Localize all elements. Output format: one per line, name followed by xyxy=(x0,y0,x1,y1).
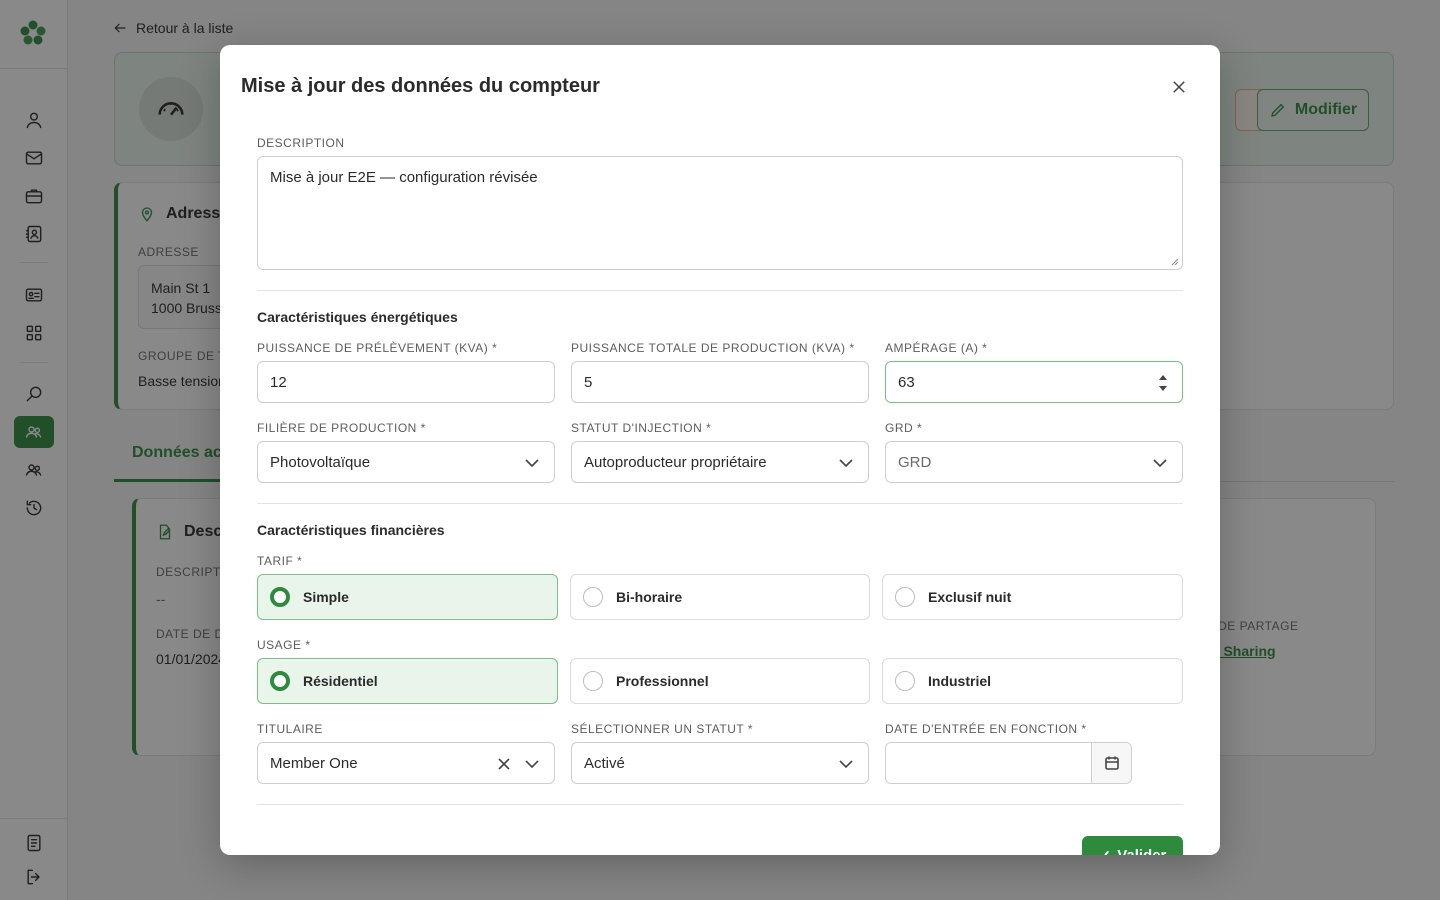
production-type-value: Photovoltaïque xyxy=(270,453,371,471)
chevron-down-icon xyxy=(838,455,854,471)
withdrawal-power-value: 12 xyxy=(270,373,287,391)
tariff-option-label: Exclusif nuit xyxy=(928,589,1012,605)
calendar-button[interactable] xyxy=(1091,743,1131,783)
resize-handle-icon[interactable] xyxy=(1171,258,1179,266)
update-meter-modal: Mise à jour des données du compteur DESC… xyxy=(220,45,1220,855)
usage-option-label: Résidentiel xyxy=(303,673,378,689)
radio-selected-icon xyxy=(270,671,290,691)
modal-title: Mise à jour des données du compteur xyxy=(241,75,600,97)
usage-option-label: Professionnel xyxy=(616,673,709,689)
usage-option-professional[interactable]: Professionnel xyxy=(570,658,870,704)
withdrawal-power-input[interactable]: 12 xyxy=(257,361,555,403)
grd-value: GRD xyxy=(898,453,932,471)
status-select[interactable]: Activé xyxy=(571,742,869,784)
description-text: Mise à jour E2E — configuration révisée xyxy=(270,169,538,186)
number-stepper-icon[interactable] xyxy=(1158,371,1168,395)
amperage-label: AMPÉRAGE (A) * xyxy=(885,341,988,355)
status-value: Activé xyxy=(584,754,625,772)
radio-icon xyxy=(895,671,915,691)
close-button[interactable] xyxy=(1167,75,1191,99)
usage-option-residential[interactable]: Résidentiel xyxy=(257,658,558,704)
financial-section-title: Caractéristiques financières xyxy=(257,522,445,538)
chevron-down-icon xyxy=(524,756,540,772)
tariff-option-label: Bi-horaire xyxy=(616,589,683,605)
chevron-down-icon xyxy=(838,756,854,772)
status-label: SÉLECTIONNER UN STATUT * xyxy=(571,722,754,736)
injection-status-label: STATUT D'INJECTION * xyxy=(571,421,712,435)
calendar-icon xyxy=(1104,756,1119,770)
production-type-select[interactable]: Photovoltaïque xyxy=(257,441,555,483)
tariff-option-label: Simple xyxy=(303,589,349,605)
section-divider xyxy=(257,503,1183,504)
validate-button[interactable]: ✓ Valider xyxy=(1082,836,1183,855)
radio-icon xyxy=(895,587,915,607)
check-icon: ✓ xyxy=(1099,847,1112,855)
validate-button-label: Valider xyxy=(1117,847,1166,855)
chevron-down-icon xyxy=(1152,455,1168,471)
energy-section-title: Caractéristiques énergétiques xyxy=(257,309,458,325)
section-divider xyxy=(257,804,1183,805)
close-icon xyxy=(1173,81,1185,93)
amperage-input[interactable]: 63 xyxy=(885,361,1183,403)
usage-option-label: Industriel xyxy=(928,673,992,689)
description-textarea[interactable]: Mise à jour E2E — configuration révisée xyxy=(257,156,1183,270)
tariff-option-bi-hourly[interactable]: Bi-horaire xyxy=(570,574,870,620)
withdrawal-power-label: PUISSANCE DE PRÉLÈVEMENT (KVA) * xyxy=(257,341,498,355)
tariff-label: TARIF * xyxy=(257,554,303,568)
usage-label: USAGE * xyxy=(257,638,311,652)
holder-value: Member One xyxy=(270,754,358,772)
description-field-label: DESCRIPTION xyxy=(257,136,345,150)
section-divider xyxy=(257,290,1183,291)
production-power-label: PUISSANCE TOTALE DE PRODUCTION (KVA) * xyxy=(571,341,855,355)
chevron-down-icon xyxy=(524,455,540,471)
grd-select[interactable]: GRD xyxy=(885,441,1183,483)
radio-selected-icon xyxy=(270,587,290,607)
injection-status-value: Autoproducteur propriétaire xyxy=(584,453,767,471)
holder-select[interactable]: Member One xyxy=(257,742,555,784)
production-power-value: 5 xyxy=(584,373,593,391)
amperage-value: 63 xyxy=(898,373,915,391)
clear-icon[interactable] xyxy=(496,756,512,772)
grd-label: GRD * xyxy=(885,421,923,435)
start-date-label: DATE D'ENTRÉE EN FONCTION * xyxy=(885,722,1087,736)
production-power-input[interactable]: 5 xyxy=(571,361,869,403)
radio-icon xyxy=(583,587,603,607)
tariff-option-night[interactable]: Exclusif nuit xyxy=(882,574,1183,620)
usage-option-industrial[interactable]: Industriel xyxy=(882,658,1183,704)
holder-label: TITULAIRE xyxy=(257,722,323,736)
production-type-label: FILIÈRE DE PRODUCTION * xyxy=(257,421,426,435)
tariff-option-simple[interactable]: Simple xyxy=(257,574,558,620)
injection-status-select[interactable]: Autoproducteur propriétaire xyxy=(571,441,869,483)
start-date-input[interactable] xyxy=(885,742,1132,784)
radio-icon xyxy=(583,671,603,691)
